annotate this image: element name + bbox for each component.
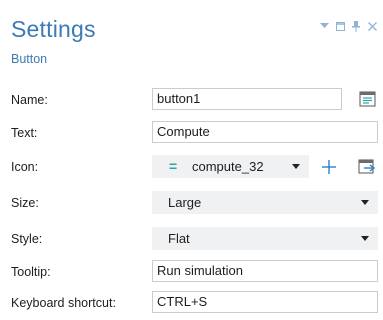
tooltip-label: Tooltip:	[11, 265, 51, 279]
import-icon	[358, 159, 375, 174]
size-select-value: Large	[168, 195, 202, 210]
icon-select[interactable]: = compute_32	[152, 155, 309, 178]
name-field[interactable]: button1	[152, 88, 342, 110]
pin-icon[interactable]	[351, 20, 361, 32]
page-title: Settings	[11, 16, 96, 42]
restore-icon[interactable]	[335, 20, 345, 32]
chevron-down-icon	[292, 164, 300, 169]
text-field[interactable]: Compute	[152, 121, 378, 143]
text-label: Text:	[11, 126, 38, 140]
size-select[interactable]: Large	[152, 191, 378, 214]
style-label: Style:	[11, 232, 43, 246]
close-icon[interactable]	[367, 20, 377, 32]
keyboard-shortcut-label: Keyboard shortcut:	[11, 296, 116, 310]
name-label: Name:	[11, 93, 48, 107]
compute-icon: =	[169, 158, 178, 174]
chevron-down-icon	[361, 200, 369, 205]
page-subtitle: Button	[11, 52, 48, 66]
style-select-value: Flat	[168, 231, 190, 246]
keyboard-shortcut-field[interactable]: CTRL+S	[152, 291, 378, 313]
style-select[interactable]: Flat	[152, 227, 378, 250]
icon-select-value: compute_32	[192, 159, 264, 174]
chevron-down-icon	[361, 236, 369, 241]
icon-label: Icon:	[11, 160, 39, 174]
edit-node-button[interactable]	[356, 88, 378, 110]
window-controls	[319, 20, 377, 32]
plus-icon	[322, 160, 336, 174]
tooltip-field[interactable]: Run simulation	[152, 260, 378, 282]
size-label: Size:	[11, 196, 39, 210]
edit-node-icon	[359, 91, 375, 106]
add-icon-button[interactable]	[318, 156, 340, 178]
dropdown-arrow-icon[interactable]	[319, 20, 329, 32]
import-icon-button[interactable]	[355, 156, 377, 178]
